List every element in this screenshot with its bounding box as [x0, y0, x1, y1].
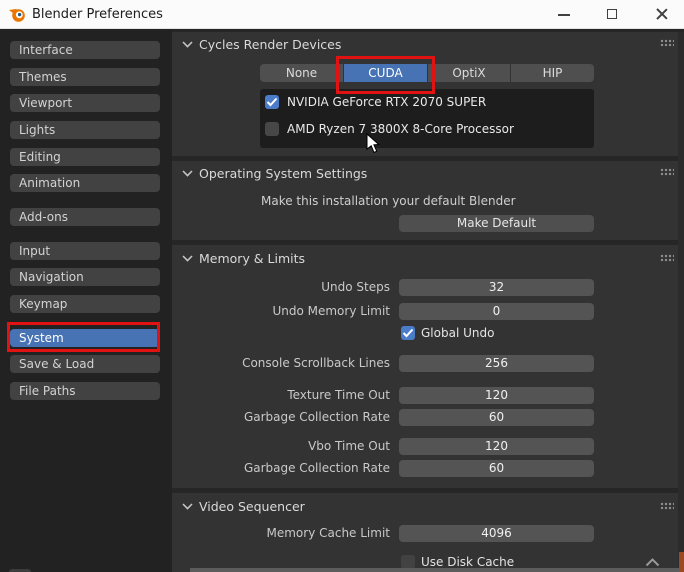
panel-drag-handle-icon[interactable]	[660, 39, 674, 47]
check-icon	[266, 97, 278, 107]
section-cycles-render-devices: Cycles Render Devices None CUDA OptiX HI…	[172, 32, 678, 156]
vbo-timeout-field[interactable]: 120	[399, 438, 594, 455]
device-name[interactable]: AMD Ryzen 7 3800X 8-Core Processor	[287, 122, 514, 136]
scrollbar[interactable]	[678, 32, 684, 568]
default-blender-description: Make this installation your default Blen…	[261, 194, 516, 208]
device-checkbox-amd[interactable]	[265, 122, 279, 136]
sidebar-item-system[interactable]: System	[10, 329, 160, 347]
memory-cache-limit-field[interactable]: 4096	[399, 525, 594, 542]
device-list: NVIDIA GeForce RTX 2070 SUPER AMD Ryzen …	[260, 89, 594, 148]
sidebar-item-animation[interactable]: Animation	[10, 174, 160, 192]
sidebar-item-editing[interactable]: Editing	[10, 148, 160, 166]
device-type-cuda[interactable]: CUDA	[344, 64, 427, 82]
make-default-button[interactable]: Make Default	[399, 215, 594, 232]
sidebar-item-themes[interactable]: Themes	[10, 68, 160, 86]
console-scrollback-field[interactable]: 256	[399, 355, 594, 372]
minimize-icon	[558, 14, 570, 16]
section-title[interactable]: Operating System Settings	[199, 166, 367, 181]
section-video-sequencer: Video Sequencer Memory Cache Limit 4096 …	[172, 493, 678, 572]
mouse-cursor	[366, 133, 381, 154]
texture-timeout-field[interactable]: 120	[399, 387, 594, 404]
garbage-collection-rate-field[interactable]: 60	[399, 409, 594, 426]
collapse-chevron-icon[interactable]	[182, 255, 193, 262]
section-memory-limits: Memory & Limits Undo Steps 32 Undo Memor…	[172, 245, 678, 488]
maximize-button[interactable]	[592, 0, 632, 28]
sidebar-item-navigation[interactable]: Navigation	[10, 268, 160, 286]
preferences-sidebar: Interface Themes Viewport Lights Editing…	[0, 29, 172, 572]
field-label: Undo Memory Limit	[272, 304, 390, 318]
blender-preferences-window: Blender Preferences Interface Themes Vie…	[0, 0, 684, 572]
undo-memory-limit-field[interactable]: 0	[399, 303, 594, 320]
sidebar-item-keymap[interactable]: Keymap	[10, 295, 160, 313]
global-undo-label[interactable]: Global Undo	[421, 326, 494, 340]
device-checkbox-nvidia[interactable]	[265, 95, 279, 109]
field-label: Console Scrollback Lines	[242, 356, 390, 370]
field-label: Vbo Time Out	[308, 439, 390, 453]
title-bar: Blender Preferences	[0, 0, 684, 29]
panel-drag-handle-icon[interactable]	[660, 502, 674, 510]
sidebar-item-save-load[interactable]: Save & Load	[10, 355, 160, 373]
section-title[interactable]: Cycles Render Devices	[199, 37, 341, 52]
field-label: Garbage Collection Rate	[243, 410, 390, 424]
section-title[interactable]: Video Sequencer	[199, 499, 305, 514]
vbo-garbage-collection-rate-field[interactable]: 60	[399, 460, 594, 477]
device-type-optix[interactable]: OptiX	[428, 64, 510, 82]
sidebar-item-input[interactable]: Input	[10, 242, 160, 260]
global-undo-checkbox[interactable]	[401, 326, 415, 340]
blender-logo-icon	[9, 9, 25, 22]
sidebar-item-interface[interactable]: Interface	[10, 41, 160, 59]
close-button[interactable]	[642, 0, 682, 28]
sidebar-item-addons[interactable]: Add-ons	[10, 208, 160, 226]
close-icon	[656, 8, 668, 20]
section-operating-system-settings: Operating System Settings Make this inst…	[172, 161, 678, 240]
field-label: Texture Time Out	[287, 388, 390, 402]
maximize-icon	[607, 9, 617, 19]
background-window-edge	[190, 568, 684, 572]
background-accent-sliver	[679, 552, 684, 572]
check-icon	[402, 328, 414, 338]
sidebar-item-viewport[interactable]: Viewport	[10, 94, 160, 112]
field-label: Garbage Collection Rate	[243, 461, 390, 475]
field-label: Undo Steps	[321, 280, 390, 294]
collapse-chevron-icon[interactable]	[182, 41, 193, 48]
use-disk-cache-checkbox[interactable]	[401, 555, 415, 569]
device-type-none[interactable]: None	[260, 64, 343, 82]
sidebar-item-file-paths[interactable]: File Paths	[10, 382, 160, 400]
collapse-chevron-icon[interactable]	[182, 503, 193, 510]
device-name[interactable]: NVIDIA GeForce RTX 2070 SUPER	[287, 95, 486, 109]
use-disk-cache-label[interactable]: Use Disk Cache	[421, 555, 514, 569]
field-label: Memory Cache Limit	[266, 526, 391, 540]
section-title[interactable]: Memory & Limits	[199, 251, 305, 266]
panel-drag-handle-icon[interactable]	[660, 254, 674, 262]
minimize-button[interactable]	[544, 0, 584, 28]
scroll-up-chevron-icon[interactable]	[645, 558, 660, 567]
collapse-chevron-icon[interactable]	[182, 170, 193, 177]
window-title: Blender Preferences	[32, 7, 163, 22]
panel-drag-handle-icon[interactable]	[660, 168, 674, 176]
sidebar-item-lights[interactable]: Lights	[10, 121, 160, 139]
undo-steps-field[interactable]: 32	[399, 279, 594, 296]
device-type-hip[interactable]: HIP	[511, 64, 594, 82]
